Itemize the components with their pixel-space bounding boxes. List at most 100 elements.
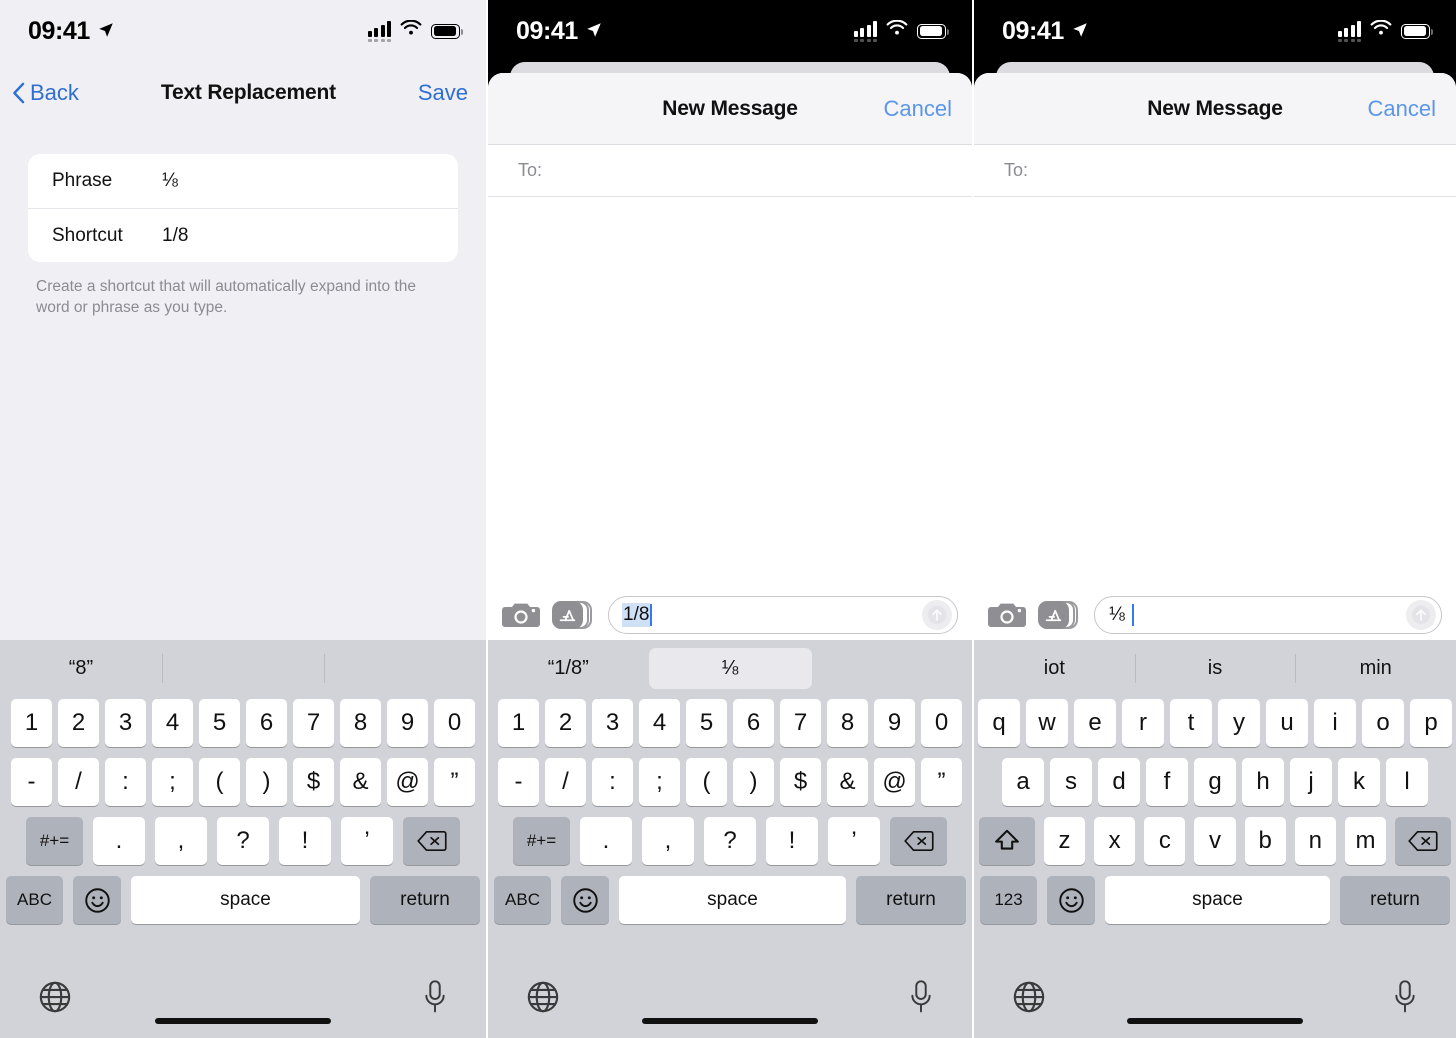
- key-hyphen[interactable]: -: [498, 758, 539, 806]
- key-j[interactable]: j: [1290, 758, 1332, 806]
- key-quote[interactable]: ”: [434, 758, 475, 806]
- key-8[interactable]: 8: [827, 699, 868, 747]
- key-r[interactable]: r: [1122, 699, 1164, 747]
- emoji-icon[interactable]: [1047, 876, 1095, 924]
- key-slash[interactable]: /: [545, 758, 586, 806]
- globe-icon[interactable]: [38, 980, 72, 1019]
- key-c[interactable]: c: [1144, 817, 1186, 865]
- suggestion-1[interactable]: is: [1135, 640, 1296, 697]
- key-at[interactable]: @: [387, 758, 428, 806]
- key-symbols-toggle[interactable]: #+=: [26, 817, 83, 865]
- phrase-row[interactable]: Phrase ⅛: [28, 154, 458, 208]
- key-d[interactable]: d: [1098, 758, 1140, 806]
- key-colon[interactable]: :: [592, 758, 633, 806]
- key-question[interactable]: ?: [217, 817, 269, 865]
- key-3[interactable]: 3: [592, 699, 633, 747]
- key-symbols-toggle[interactable]: #+=: [513, 817, 570, 865]
- microphone-icon[interactable]: [422, 979, 448, 1019]
- key-5[interactable]: 5: [686, 699, 727, 747]
- key-3[interactable]: 3: [105, 699, 146, 747]
- key-w[interactable]: w: [1026, 699, 1068, 747]
- backspace-icon[interactable]: [403, 817, 460, 865]
- key-return[interactable]: return: [856, 876, 966, 924]
- key-t[interactable]: t: [1170, 699, 1212, 747]
- message-input[interactable]: ⅛: [1094, 596, 1442, 634]
- key-s[interactable]: s: [1050, 758, 1092, 806]
- cancel-button[interactable]: Cancel: [884, 96, 952, 122]
- key-y[interactable]: y: [1218, 699, 1260, 747]
- key-2[interactable]: 2: [545, 699, 586, 747]
- send-button[interactable]: [1406, 600, 1436, 630]
- key-at[interactable]: @: [874, 758, 915, 806]
- save-button[interactable]: Save: [418, 80, 468, 106]
- key-paren-close[interactable]: ): [733, 758, 774, 806]
- app-store-icon[interactable]: [552, 598, 596, 632]
- key-dollar[interactable]: $: [293, 758, 334, 806]
- key-ampersand[interactable]: &: [340, 758, 381, 806]
- emoji-icon[interactable]: [561, 876, 609, 924]
- key-ampersand[interactable]: &: [827, 758, 868, 806]
- key-l[interactable]: l: [1386, 758, 1428, 806]
- key-p[interactable]: p: [1410, 699, 1452, 747]
- key-slash[interactable]: /: [58, 758, 99, 806]
- key-1[interactable]: 1: [11, 699, 52, 747]
- key-paren-open[interactable]: (: [686, 758, 727, 806]
- key-i[interactable]: i: [1314, 699, 1356, 747]
- key-n[interactable]: n: [1294, 817, 1336, 865]
- key-o[interactable]: o: [1362, 699, 1404, 747]
- key-6[interactable]: 6: [246, 699, 287, 747]
- shortcut-row[interactable]: Shortcut 1/8: [28, 208, 458, 262]
- key-6[interactable]: 6: [733, 699, 774, 747]
- key-9[interactable]: 9: [874, 699, 915, 747]
- key-semicolon[interactable]: ;: [639, 758, 680, 806]
- key-4[interactable]: 4: [152, 699, 193, 747]
- key-h[interactable]: h: [1242, 758, 1284, 806]
- message-input[interactable]: 1/8: [608, 596, 958, 634]
- key-0[interactable]: 0: [434, 699, 475, 747]
- key-question[interactable]: ?: [704, 817, 756, 865]
- suggestion-1[interactable]: ⅛: [648, 640, 812, 697]
- key-comma[interactable]: ,: [155, 817, 207, 865]
- phrase-field[interactable]: ⅛: [162, 170, 178, 192]
- key-comma[interactable]: ,: [642, 817, 694, 865]
- key-hyphen[interactable]: -: [11, 758, 52, 806]
- key-u[interactable]: u: [1266, 699, 1308, 747]
- recipient-field[interactable]: To:: [974, 145, 1456, 197]
- key-x[interactable]: x: [1094, 817, 1136, 865]
- send-button[interactable]: [922, 600, 952, 630]
- app-store-icon[interactable]: [1038, 598, 1082, 632]
- globe-icon[interactable]: [526, 980, 560, 1019]
- key-g[interactable]: g: [1194, 758, 1236, 806]
- key-return[interactable]: return: [1340, 876, 1450, 924]
- key-colon[interactable]: :: [105, 758, 146, 806]
- microphone-icon[interactable]: [1392, 979, 1418, 1019]
- key-4[interactable]: 4: [639, 699, 680, 747]
- key-k[interactable]: k: [1338, 758, 1380, 806]
- key-f[interactable]: f: [1146, 758, 1188, 806]
- emoji-icon[interactable]: [73, 876, 121, 924]
- key-space[interactable]: space: [1105, 876, 1330, 924]
- key-v[interactable]: v: [1194, 817, 1236, 865]
- key-period[interactable]: .: [580, 817, 632, 865]
- key-a[interactable]: a: [1002, 758, 1044, 806]
- key-apostrophe[interactable]: ’: [341, 817, 393, 865]
- key-dollar[interactable]: $: [780, 758, 821, 806]
- key-period[interactable]: .: [93, 817, 145, 865]
- key-1[interactable]: 1: [498, 699, 539, 747]
- globe-icon[interactable]: [1012, 980, 1046, 1019]
- key-0[interactable]: 0: [921, 699, 962, 747]
- key-2[interactable]: 2: [58, 699, 99, 747]
- cancel-button[interactable]: Cancel: [1368, 96, 1436, 122]
- key-m[interactable]: m: [1344, 817, 1387, 865]
- key-quote[interactable]: ”: [921, 758, 962, 806]
- key-7[interactable]: 7: [293, 699, 334, 747]
- key-apostrophe[interactable]: ’: [828, 817, 880, 865]
- back-button[interactable]: Back: [12, 80, 79, 106]
- key-q[interactable]: q: [978, 699, 1020, 747]
- key-letters-toggle[interactable]: ABC: [494, 876, 551, 924]
- key-paren-close[interactable]: ): [246, 758, 287, 806]
- key-exclamation[interactable]: !: [766, 817, 818, 865]
- key-b[interactable]: b: [1244, 817, 1286, 865]
- microphone-icon[interactable]: [908, 979, 934, 1019]
- camera-icon[interactable]: [988, 600, 1026, 630]
